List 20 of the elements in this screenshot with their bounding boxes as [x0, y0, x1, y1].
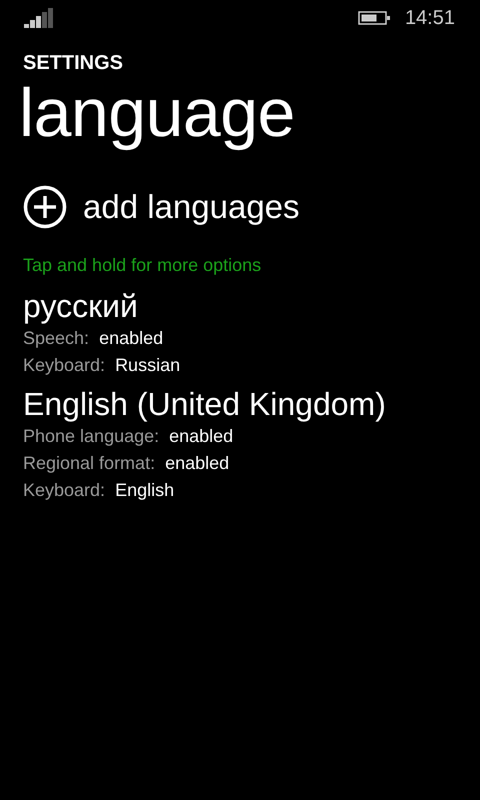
language-name[interactable]: English (United Kingdom) — [23, 385, 480, 423]
detail-label: Speech: — [23, 327, 90, 350]
detail-value: English — [115, 479, 174, 502]
detail-value: Russian — [115, 354, 180, 377]
detail-label: Keyboard: — [23, 354, 106, 377]
detail-value: enabled — [99, 327, 164, 350]
detail-label: Keyboard: — [23, 479, 106, 502]
clock-time: 14:51 — [404, 6, 455, 31]
detail-value: enabled — [169, 425, 234, 448]
hint-text: Tap and hold for more options — [23, 254, 262, 277]
detail-label: Regional format: — [23, 452, 156, 475]
add-icon — [23, 185, 67, 229]
battery-icon — [358, 11, 390, 25]
add-languages-button[interactable]: add languages — [23, 185, 300, 229]
detail-value: enabled — [165, 452, 230, 475]
signal-icon — [24, 8, 54, 28]
app-title: SETTINGS — [23, 51, 124, 76]
page-title: language — [19, 77, 296, 149]
detail-label: Phone language: — [23, 425, 160, 448]
language-name[interactable]: русский — [23, 287, 480, 325]
